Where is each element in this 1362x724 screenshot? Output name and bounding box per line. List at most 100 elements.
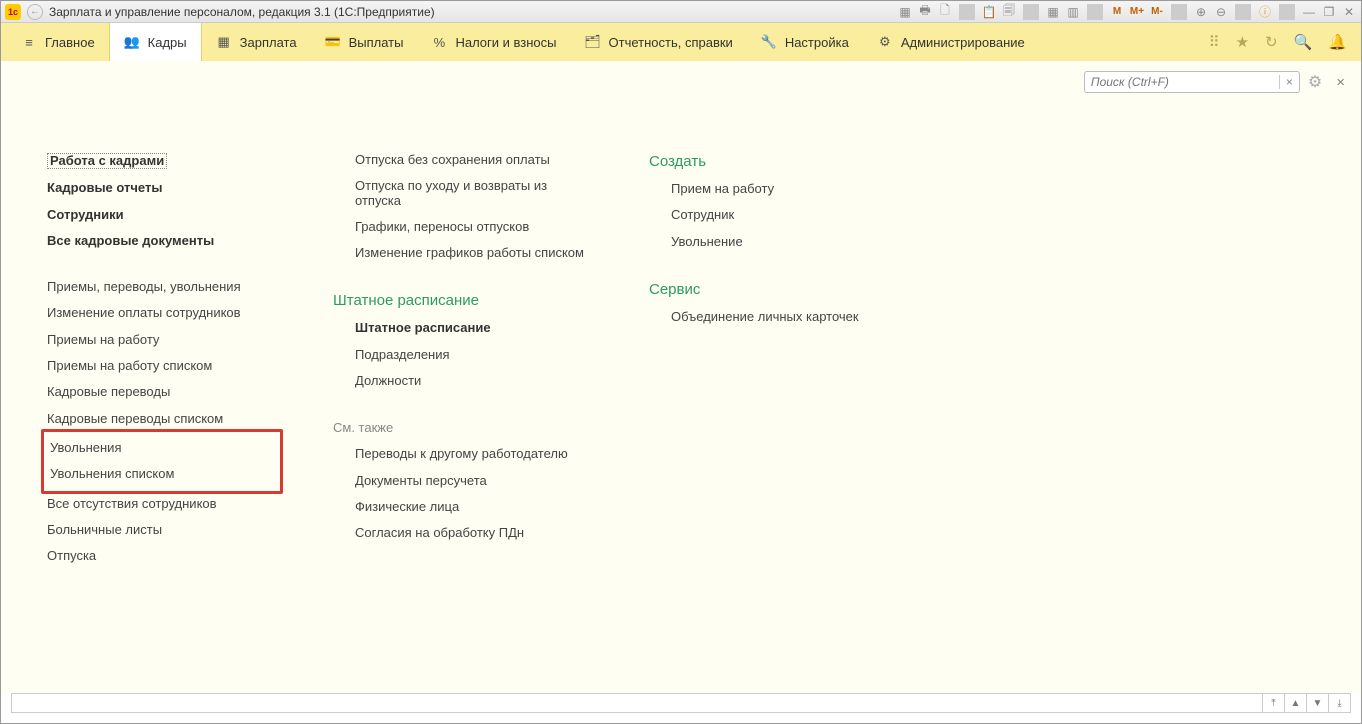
search-row: × ⚙ × <box>1 61 1361 97</box>
link-kadrovye-perevody[interactable]: Кадровые переводы <box>47 379 277 405</box>
nav-label: Настройка <box>785 35 849 50</box>
link-otpuska-po-uhodu[interactable]: Отпуска по уходу и возвраты из отпуска <box>355 173 593 214</box>
calc-icon[interactable]: ▥ <box>1065 4 1081 20</box>
link-uvolnenie[interactable]: Увольнение <box>671 229 869 255</box>
link-izmenenie-oplaty[interactable]: Изменение оплаты сотрудников <box>47 300 277 326</box>
bell-icon[interactable]: 🔔 <box>1328 33 1347 51</box>
nav-admin[interactable]: ⚙ Администрирование <box>863 23 1039 61</box>
column-3: Создать Прием на работу Сотрудник Увольн… <box>649 147 869 695</box>
search-clear[interactable]: × <box>1279 75 1299 89</box>
gear-icon: ⚙ <box>877 34 893 50</box>
percent-icon: % <box>431 34 447 50</box>
maximize-icon[interactable]: ❐ <box>1321 4 1337 20</box>
navbar: ≡ Главное 👥 Кадры ▦ Зарплата 💳 Выплаты %… <box>1 23 1361 61</box>
link-priemy-perevody[interactable]: Приемы, переводы, увольнения <box>47 274 277 300</box>
link-dokumenty-persucheta[interactable]: Документы персучета <box>355 468 593 494</box>
zoom-out-icon[interactable]: ⊖ <box>1213 4 1229 20</box>
menu-icon: ≡ <box>21 34 37 50</box>
link-izmenenie-grafikov[interactable]: Изменение графиков работы списком <box>355 240 593 266</box>
link-label: Работа с кадрами <box>47 153 167 169</box>
link-shtatnoe-raspisanie[interactable]: Штатное расписание <box>355 315 593 341</box>
print-icon[interactable]: 🖶 <box>917 4 933 20</box>
m-minus-icon[interactable]: M- <box>1149 4 1165 20</box>
nav-label: Администрирование <box>901 35 1025 50</box>
search-input[interactable] <box>1085 75 1279 89</box>
wallet-icon: 💳 <box>325 34 341 50</box>
close-icon[interactable]: ✕ <box>1341 4 1357 20</box>
m-plus-icon[interactable]: M+ <box>1129 4 1145 20</box>
link-uvolneniya[interactable]: Увольнения <box>50 435 274 461</box>
nav-kadry[interactable]: 👥 Кадры <box>109 23 202 61</box>
link-sotrudniki[interactable]: Сотрудники <box>47 202 277 228</box>
doc-icon[interactable]: 🗋 <box>937 4 953 20</box>
column-1: Работа с кадрами Кадровые отчеты Сотрудн… <box>47 147 277 695</box>
grid-icon[interactable]: ▦ <box>1045 4 1061 20</box>
arrow-top-icon[interactable]: ⤒ <box>1262 694 1284 712</box>
nav-nastroika[interactable]: 🔧 Настройка <box>747 23 863 61</box>
nav-otchetnost[interactable]: 🗂 Отчетность, справки <box>571 23 747 61</box>
nav-zarplata[interactable]: ▦ Зарплата <box>202 23 311 61</box>
nav-label: Главное <box>45 35 95 50</box>
arrow-up-icon[interactable]: ▲ <box>1284 694 1306 712</box>
link-vse-otsutstviya[interactable]: Все отсутствия сотрудников <box>47 491 277 517</box>
panel-close-icon[interactable]: × <box>1336 74 1345 91</box>
nav-nalogi[interactable]: % Налоги и взносы <box>417 23 570 61</box>
link-sotrudnik[interactable]: Сотрудник <box>671 202 869 228</box>
link-priem-na-rabotu[interactable]: Прием на работу <box>671 176 869 202</box>
app-icon: 1c <box>5 4 21 20</box>
section-sozdat: Создать <box>649 147 869 176</box>
nav-right-tools: ⠿ ★ ↻ 🔍 🔔 <box>1195 23 1361 61</box>
section-servis: Сервис <box>649 275 869 304</box>
calc-icon: ▦ <box>216 34 232 50</box>
nav-main[interactable]: ≡ Главное <box>7 23 109 61</box>
search-box: × <box>1084 71 1300 93</box>
link-bolnichnye[interactable]: Больничные листы <box>47 517 277 543</box>
link-otpuska-bez-sohraneniya[interactable]: Отпуска без сохранения оплаты <box>355 147 593 173</box>
link-kadrovye-otchety[interactable]: Кадровые отчеты <box>47 175 277 201</box>
link-podrazdeleniya[interactable]: Подразделения <box>355 342 593 368</box>
nav-label: Кадры <box>148 35 187 50</box>
link-priemy-na-rabotu[interactable]: Приемы на работу <box>47 327 277 353</box>
section-shtatnoe-raspisanie: Штатное расписание <box>333 286 593 315</box>
arrow-down-icon[interactable]: ▼ <box>1306 694 1328 712</box>
link-obedinenie-kartochek[interactable]: Объединение личных карточек <box>671 304 869 330</box>
link-fizicheskie-litsa[interactable]: Физические лица <box>355 494 593 520</box>
nav-label: Выплаты <box>349 35 404 50</box>
link-grafiki-perenosy[interactable]: Графики, переносы отпусков <box>355 214 593 240</box>
link-dolzhnosti[interactable]: Должности <box>355 368 593 394</box>
section-sm-takzhe: См. также <box>333 414 593 441</box>
nav-vyplaty[interactable]: 💳 Выплаты <box>311 23 418 61</box>
content-area: Работа с кадрами Кадровые отчеты Сотрудн… <box>1 97 1361 695</box>
link-otpuska[interactable]: Отпуска <box>47 543 277 569</box>
titlebar: 1c ← Зарплата и управление персоналом, р… <box>1 1 1361 23</box>
nav-label: Налоги и взносы <box>455 35 556 50</box>
highlight-box: Увольнения Увольнения списком <box>41 429 283 494</box>
link-vse-kadrovye-dokumenty[interactable]: Все кадровые документы <box>47 228 277 254</box>
window-title: Зарплата и управление персоналом, редакц… <box>49 5 435 19</box>
link-soglasiya-pdn[interactable]: Согласия на обработку ПДн <box>355 520 593 546</box>
link-perevody-k-drugomy[interactable]: Переводы к другому работодателю <box>355 441 593 467</box>
star-icon[interactable]: ★ <box>1236 33 1249 51</box>
column-2: Отпуска без сохранения оплаты Отпуска по… <box>333 147 593 695</box>
minimize-icon[interactable]: — <box>1301 4 1317 20</box>
toolbar-icon[interactable]: ▦ <box>897 4 913 20</box>
history-icon[interactable]: ↻ <box>1265 33 1278 51</box>
apps-icon[interactable]: ⠿ <box>1209 33 1220 51</box>
nav-label: Зарплата <box>240 35 297 50</box>
titlebar-tools: ▦ 🖶 🗋 📋 🗐 ▦ ▥ M M+ M- ⊕ ⊖ ⓘ — ❐ ✕ <box>897 4 1357 20</box>
zoom-in-icon[interactable]: ⊕ <box>1193 4 1209 20</box>
link-uvolneniya-spiskom[interactable]: Увольнения списком <box>50 461 274 487</box>
link-priemy-spiskom[interactable]: Приемы на работу списком <box>47 353 277 379</box>
info-icon[interactable]: ⓘ <box>1257 4 1273 20</box>
link-rabota-s-kadrami[interactable]: Работа с кадрами <box>47 147 277 175</box>
back-icon[interactable]: ← <box>27 4 43 20</box>
search-icon[interactable]: 🔍 <box>1294 33 1313 51</box>
arrow-bottom-icon[interactable]: ⤓ <box>1328 694 1350 712</box>
people-icon: 👥 <box>124 34 140 50</box>
m-icon[interactable]: M <box>1109 4 1125 20</box>
footer-arrows: ⤒ ▲ ▼ ⤓ <box>1262 694 1350 712</box>
settings-gear-icon[interactable]: ⚙ <box>1308 72 1322 92</box>
clipboard-icon[interactable]: 📋 <box>981 4 997 20</box>
copy-icon[interactable]: 🗐 <box>1001 4 1017 20</box>
report-icon: 🗂 <box>585 34 601 50</box>
